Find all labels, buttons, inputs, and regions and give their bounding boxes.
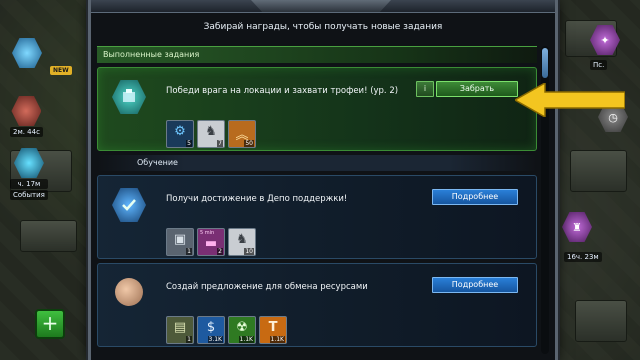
reward-count: 1 (186, 248, 192, 255)
crate-icon: ▣ (173, 232, 187, 247)
section-training-title: Обучение (97, 155, 537, 171)
ammo-crate-icon: ▤ (173, 320, 187, 335)
reward-item[interactable]: ︽ 50 (228, 120, 256, 148)
robot-icon: ♞ (205, 124, 217, 139)
reward-item[interactable]: T 1.1K (259, 316, 287, 344)
pointer-arrow-icon (515, 83, 625, 117)
reward-item[interactable]: $ 3.1K (197, 316, 225, 344)
hud-commander-item[interactable]: 2м. 44с (10, 96, 43, 137)
reward-item[interactable]: ♞ 10 (228, 228, 256, 256)
mech-hex-icon (112, 80, 146, 114)
reward-count: 1.1K (238, 336, 254, 343)
events-label: События (10, 190, 48, 200)
reward-item[interactable]: ⚙ 5 (166, 120, 194, 148)
reward-list: ▣ 1 5 min ▬ 2 ♞ 10 (166, 228, 256, 256)
info-button[interactable]: i (416, 81, 434, 97)
hud-timer-2: ч. 17м (10, 179, 48, 189)
reward-count: 1.1K (269, 336, 285, 343)
events-icon (13, 148, 44, 178)
task-title: Победи врага на локации и захвати трофеи… (166, 86, 399, 96)
hud-right-label: Пс. (590, 60, 608, 70)
quests-panel: Забирай награды, чтобы получать новые за… (88, 0, 558, 360)
checkmark-shield-icon (112, 188, 146, 222)
gear-icon: ⚙ (174, 124, 186, 139)
panel-top-notch (251, 0, 391, 12)
reward-item[interactable]: ☢ 1.1K (228, 316, 256, 344)
reward-count: 10 (244, 248, 254, 255)
map-building (575, 300, 627, 342)
reward-count: 7 (217, 140, 223, 147)
task-title: Получи достижение в Депо поддержки! (166, 194, 348, 204)
hud-radar-item[interactable] (12, 38, 42, 68)
panel-top-bar (91, 0, 555, 13)
map-building (570, 150, 627, 192)
soldier-icon (11, 96, 42, 126)
scrollbar-thumb[interactable] (542, 48, 548, 78)
reward-item[interactable]: ▣ 1 (166, 228, 194, 256)
reward-count: 2 (217, 248, 223, 255)
reward-item[interactable]: ♞ 7 (197, 120, 225, 148)
new-badge: NEW (50, 66, 72, 75)
radar-icon (12, 38, 42, 68)
reward-count: 5 (186, 140, 192, 147)
add-button[interactable]: + (35, 309, 65, 339)
hud-timer-1: 2м. 44с (10, 127, 43, 137)
panel-header: Забирай награды, чтобы получать новые за… (203, 22, 443, 32)
details-button[interactable]: Подробнее (432, 277, 518, 293)
robot-icon: ♞ (236, 232, 248, 247)
reward-count: 3.1K (207, 336, 223, 343)
task-card-completed: Победи врага на локации и захвати трофеи… (97, 67, 537, 151)
hud-right-timer: 16ч. 23м (564, 252, 602, 262)
task-title: Создай предложение для обмена ресурсами (166, 282, 368, 292)
dollar-coin-icon: $ (206, 320, 216, 335)
reward-list: ▤ 1 $ 3.1K ☢ 1.1K T 1.1K (166, 316, 287, 344)
details-button[interactable]: Подробнее (432, 189, 518, 205)
claim-button[interactable]: Забрать (436, 81, 518, 97)
task-card: Получи достижение в Депо поддержки! Подр… (97, 175, 537, 259)
titanium-icon: T (268, 320, 278, 335)
reward-count: 50 (244, 140, 254, 147)
section-completed-title: Выполненные задания (97, 46, 537, 63)
commander-portrait-icon (115, 278, 143, 306)
radiation-icon: ☢ (236, 320, 248, 335)
reward-item[interactable]: ▤ 1 (166, 316, 194, 344)
reward-list: ⚙ 5 ♞ 7 ︽ 50 (166, 120, 256, 148)
reward-item[interactable]: 5 min ▬ 2 (197, 228, 225, 256)
hud-events-item[interactable]: ч. 17м События (10, 148, 48, 200)
reward-count: 1 (186, 336, 192, 343)
task-card: Создай предложение для обмена ресурсами … (97, 263, 537, 347)
map-building (20, 220, 77, 252)
task-list: Выполненные задания Победи врага на лока… (97, 46, 537, 360)
